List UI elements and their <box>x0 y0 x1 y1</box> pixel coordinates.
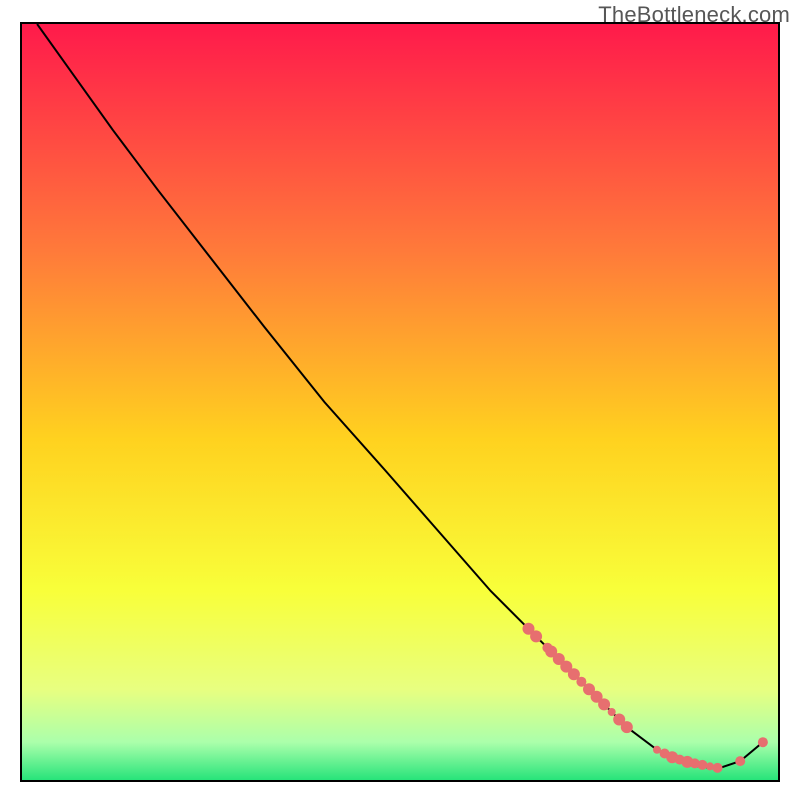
marker-point <box>608 708 616 716</box>
chart-svg <box>22 24 778 780</box>
marker-point <box>598 698 610 710</box>
watermark-text: TheBottleneck.com <box>598 2 790 28</box>
chart-container: TheBottleneck.com <box>0 0 800 800</box>
marker-point <box>713 763 723 773</box>
plot-area <box>20 22 780 782</box>
marker-point <box>758 737 768 747</box>
marker-point <box>621 721 633 733</box>
marker-point <box>697 760 707 770</box>
marker-point <box>735 756 745 766</box>
marker-point <box>530 630 542 642</box>
chart-background <box>22 24 778 780</box>
